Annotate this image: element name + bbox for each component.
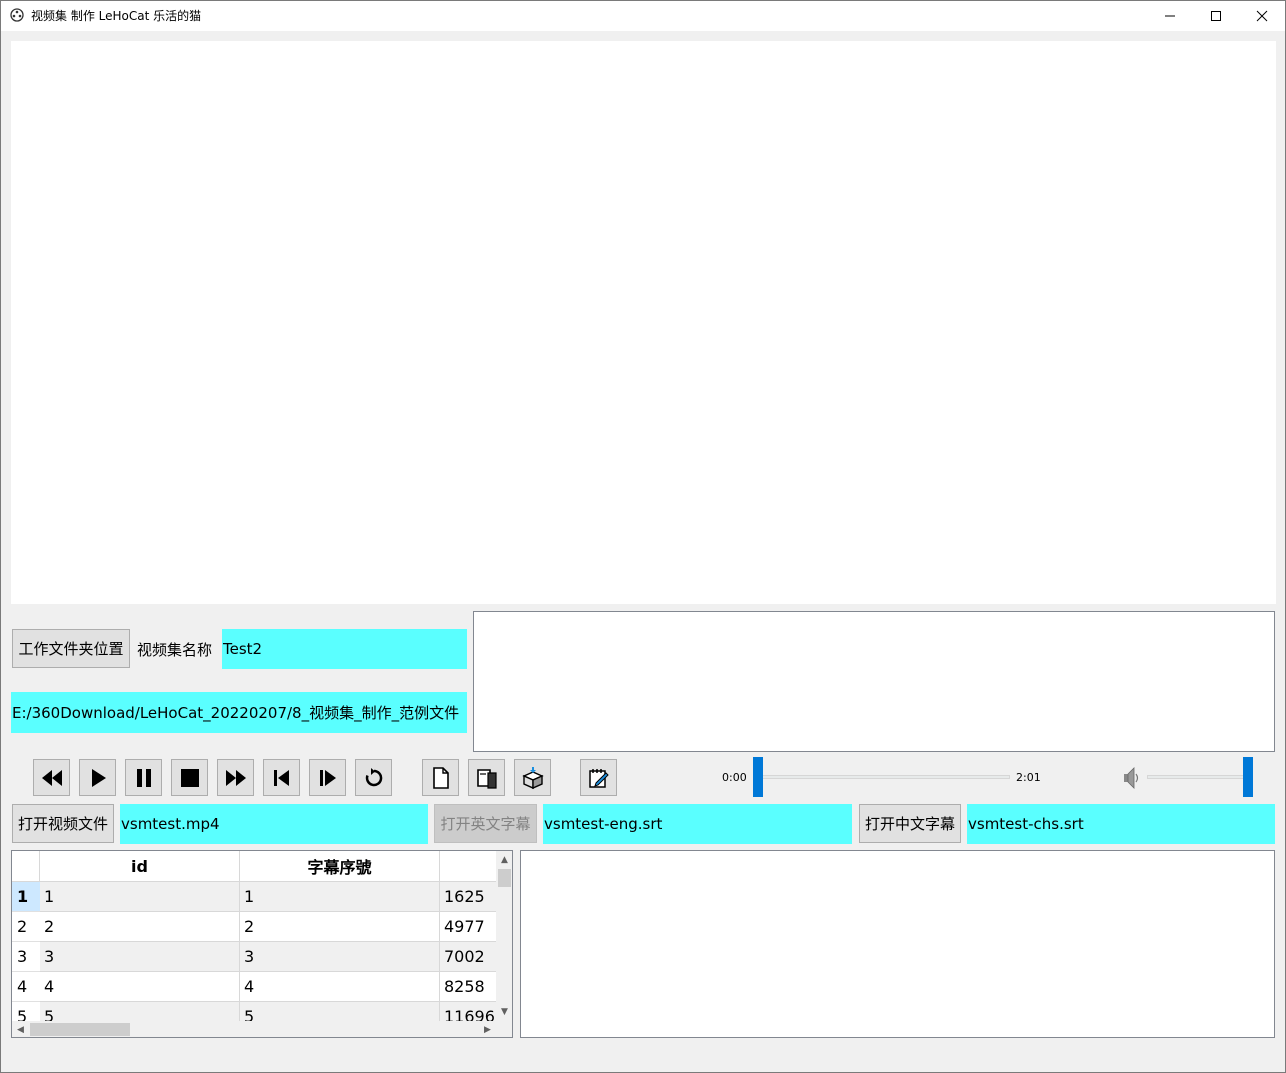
new-file-button[interactable]	[422, 759, 459, 796]
scroll-right-icon[interactable]: ▶	[479, 1021, 496, 1037]
replay-icon	[365, 767, 382, 786]
table-cell-id[interactable]: 4	[40, 972, 240, 1002]
collection-name-label: 视频集名称	[137, 641, 213, 659]
package-icon	[521, 766, 544, 789]
open-chinese-subtitle-button[interactable]: 打开中文字幕	[859, 804, 961, 843]
close-button[interactable]	[1239, 1, 1285, 31]
stop-icon	[180, 768, 199, 787]
work-folder-button[interactable]: 工作文件夹位置	[12, 629, 130, 668]
close-icon	[1256, 10, 1268, 22]
volume-track[interactable]	[1147, 775, 1247, 779]
table-horizontal-scrollbar[interactable]: ◀ ▶	[12, 1021, 496, 1037]
table-cell-start[interactable]: 4977	[440, 912, 500, 942]
row-header[interactable]: 2	[12, 912, 40, 942]
new-file-icon	[432, 766, 449, 789]
volume-slider-thumb[interactable]	[1243, 757, 1253, 797]
step-back-icon	[273, 769, 289, 786]
minimize-button[interactable]	[1147, 1, 1193, 31]
collection-name-field[interactable]: Test2	[222, 629, 467, 669]
video-file-field[interactable]: vsmtest.mp4	[120, 804, 428, 844]
table-cell-seq[interactable]: 3	[240, 942, 440, 972]
pause-button[interactable]	[125, 759, 162, 796]
open-file-button[interactable]	[468, 759, 505, 796]
total-time: 2:01	[1016, 771, 1041, 784]
open-file-icon	[476, 768, 497, 789]
fast-forward-icon	[225, 769, 246, 786]
app-film-reel-icon	[10, 8, 24, 22]
row-header[interactable]: 1	[12, 882, 40, 912]
table-cell-start[interactable]: 7002	[440, 942, 500, 972]
replay-button[interactable]	[355, 759, 392, 796]
fast-forward-button[interactable]	[217, 759, 254, 796]
column-header-subtitle-seq[interactable]: 字幕序號	[240, 851, 440, 882]
table-corner-header[interactable]	[12, 851, 40, 882]
folder-path-field[interactable]: E:/360Download/LeHoCat_20220207/8_视频集_制作…	[11, 692, 467, 733]
maximize-icon	[1211, 11, 1221, 21]
seek-slider-thumb[interactable]	[753, 757, 763, 797]
column-header-start[interactable]	[440, 851, 500, 882]
speaker-icon[interactable]	[1121, 765, 1141, 791]
column-header-id[interactable]: id	[40, 851, 240, 882]
table-cell-id[interactable]: 1	[40, 882, 240, 912]
stop-button[interactable]	[171, 759, 208, 796]
seek-track[interactable]	[757, 775, 1010, 779]
table-cell-seq[interactable]: 4	[240, 972, 440, 1002]
step-forward-button[interactable]	[309, 759, 346, 796]
package-button[interactable]	[514, 759, 551, 796]
table-cell-start[interactable]: 8258	[440, 972, 500, 1002]
table-cell-start[interactable]: 1625	[440, 882, 500, 912]
pause-icon	[136, 768, 151, 787]
play-icon	[91, 768, 106, 787]
row-header[interactable]: 4	[12, 972, 40, 1002]
edit-icon	[588, 768, 609, 788]
vertical-scroll-thumb[interactable]	[498, 869, 511, 887]
window-title: 视频集 制作 LeHoCat 乐活的猫	[31, 9, 202, 23]
play-button[interactable]	[79, 759, 116, 796]
scroll-down-icon[interactable]: ▼	[496, 1003, 512, 1020]
open-video-button[interactable]: 打开视频文件	[12, 804, 114, 843]
subtitle-table[interactable]: id 字幕序號 1 1 1 1625 2 2 2 4977 3 3 3 7002 4 4 4 8258 5 5 5 1…	[11, 850, 513, 1038]
table-cell-seq[interactable]: 1	[240, 882, 440, 912]
maximize-button[interactable]	[1193, 1, 1239, 31]
edit-button[interactable]	[580, 759, 617, 796]
scroll-left-icon[interactable]: ◀	[12, 1021, 29, 1037]
step-back-button[interactable]	[263, 759, 300, 796]
minimize-icon	[1165, 15, 1175, 17]
english-subtitle-field[interactable]: vsmtest-eng.srt	[543, 804, 852, 844]
scroll-up-icon[interactable]: ▲	[496, 851, 512, 868]
rewind-icon	[41, 769, 62, 786]
scroll-corner	[496, 1021, 512, 1037]
rewind-button[interactable]	[33, 759, 70, 796]
current-time: 0:00	[722, 771, 747, 784]
chinese-subtitle-field[interactable]: vsmtest-chs.srt	[967, 804, 1275, 844]
step-forward-icon	[319, 769, 336, 786]
video-display[interactable]	[11, 41, 1276, 604]
table-cell-seq[interactable]: 2	[240, 912, 440, 942]
row-header[interactable]: 3	[12, 942, 40, 972]
info-textbox[interactable]	[473, 611, 1275, 752]
horizontal-scroll-thumb[interactable]	[30, 1023, 130, 1036]
subtitle-detail-textbox[interactable]	[520, 850, 1275, 1038]
open-english-subtitle-button[interactable]: 打开英文字幕	[434, 804, 537, 843]
table-cell-id[interactable]: 3	[40, 942, 240, 972]
table-cell-id[interactable]: 2	[40, 912, 240, 942]
table-vertical-scrollbar[interactable]: ▲ ▼	[496, 851, 512, 1022]
